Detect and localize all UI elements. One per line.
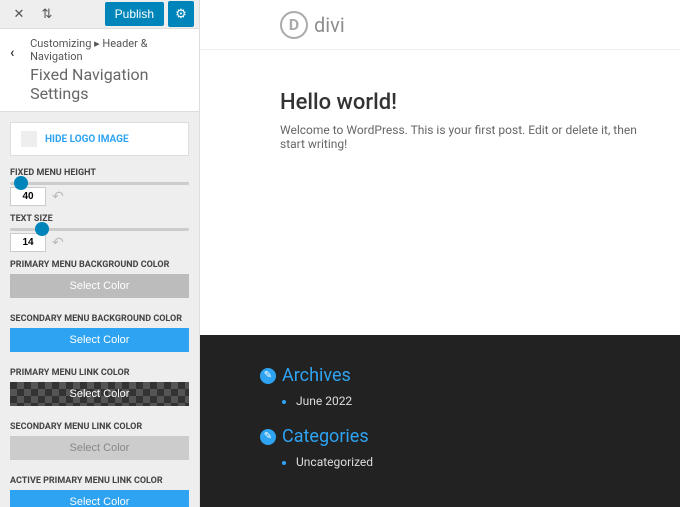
close-icon: ✕	[14, 7, 25, 22]
archives-list: June 2022	[260, 394, 650, 408]
slider-thumb[interactable]	[35, 222, 49, 236]
checkbox-icon	[21, 131, 37, 147]
primary-bg-label: PRIMARY MENU BACKGROUND COLOR	[10, 260, 189, 270]
text-size-slider[interactable]	[10, 228, 189, 231]
categories-list: Uncategorized	[260, 455, 650, 469]
fixed-height-input[interactable]	[10, 187, 46, 206]
secondary-bg-color-button[interactable]: Select Color	[10, 328, 189, 352]
secondary-link-label: SECONDARY MENU LINK COLOR	[10, 422, 189, 432]
list-item[interactable]: Uncategorized	[296, 455, 650, 469]
chevron-left-icon: ‹	[10, 45, 14, 61]
active-link-label: ACTIVE PRIMARY MENU LINK COLOR	[10, 476, 189, 486]
list-item[interactable]: June 2022	[296, 394, 650, 408]
preview-footer: ✎ Archives June 2022 ✎ Categories Uncate…	[200, 335, 680, 507]
active-link-color-button[interactable]: Select Color	[10, 490, 189, 507]
slider-thumb[interactable]	[14, 176, 28, 190]
undo-icon: ↶	[52, 235, 64, 251]
archives-heading: ✎ Archives	[260, 365, 650, 386]
pencil-icon: ✎	[260, 368, 276, 384]
hide-logo-toggle[interactable]: HIDE LOGO IMAGE	[10, 122, 189, 156]
publish-button[interactable]: Publish	[105, 2, 164, 26]
secondary-bg-label: SECONDARY MENU BACKGROUND COLOR	[10, 314, 189, 324]
customizer-topbar: ✕ ⇅ Publish ⚙	[0, 0, 199, 29]
customizer-sidebar: ✕ ⇅ Publish ⚙ ‹ Customizing ▸ Header & N…	[0, 0, 200, 507]
back-button[interactable]: ‹	[10, 45, 24, 61]
fixed-height-label: FIXED MENU HEIGHT	[10, 168, 189, 178]
primary-link-color-button[interactable]: Select Color	[10, 382, 189, 406]
controls-panel: HIDE LOGO IMAGE FIXED MENU HEIGHT ↶ TEXT…	[0, 112, 199, 507]
preview-header: D divi	[200, 0, 680, 50]
primary-bg-color-button[interactable]: Select Color	[10, 274, 189, 298]
categories-heading-text: Categories	[282, 426, 369, 447]
preview-pane: D divi Hello world! Welcome to WordPress…	[200, 0, 680, 507]
hide-logo-label: HIDE LOGO IMAGE	[45, 134, 129, 145]
close-button[interactable]: ✕	[5, 0, 33, 28]
secondary-link-color-button[interactable]: Select Color	[10, 436, 189, 460]
post-body: Welcome to WordPress. This is your first…	[280, 123, 650, 151]
undo-icon: ↶	[52, 189, 64, 205]
gear-icon: ⚙	[175, 7, 187, 22]
categories-heading: ✎ Categories	[260, 426, 650, 447]
brand-text: divi	[314, 13, 345, 37]
section-title: Fixed Navigation Settings	[30, 65, 189, 103]
site-logo[interactable]: D divi	[280, 11, 345, 39]
archives-heading-text: Archives	[282, 365, 351, 386]
settings-button[interactable]: ⚙	[168, 1, 194, 27]
fixed-height-slider[interactable]	[10, 182, 189, 185]
device-toggle-button[interactable]: ⇅	[33, 0, 61, 28]
post-title[interactable]: Hello world!	[280, 90, 650, 115]
reset-button[interactable]: ↶	[52, 189, 64, 205]
breadcrumb: Customizing ▸ Header & Navigation	[30, 37, 189, 63]
reset-button[interactable]: ↶	[52, 235, 64, 251]
primary-link-label: PRIMARY MENU LINK COLOR	[10, 368, 189, 378]
logo-icon: D	[280, 11, 308, 39]
breadcrumb-row: ‹ Customizing ▸ Header & Navigation Fixe…	[0, 29, 199, 112]
swap-icon: ⇅	[42, 7, 53, 22]
preview-content: Hello world! Welcome to WordPress. This …	[200, 50, 680, 335]
pencil-icon: ✎	[260, 429, 276, 445]
